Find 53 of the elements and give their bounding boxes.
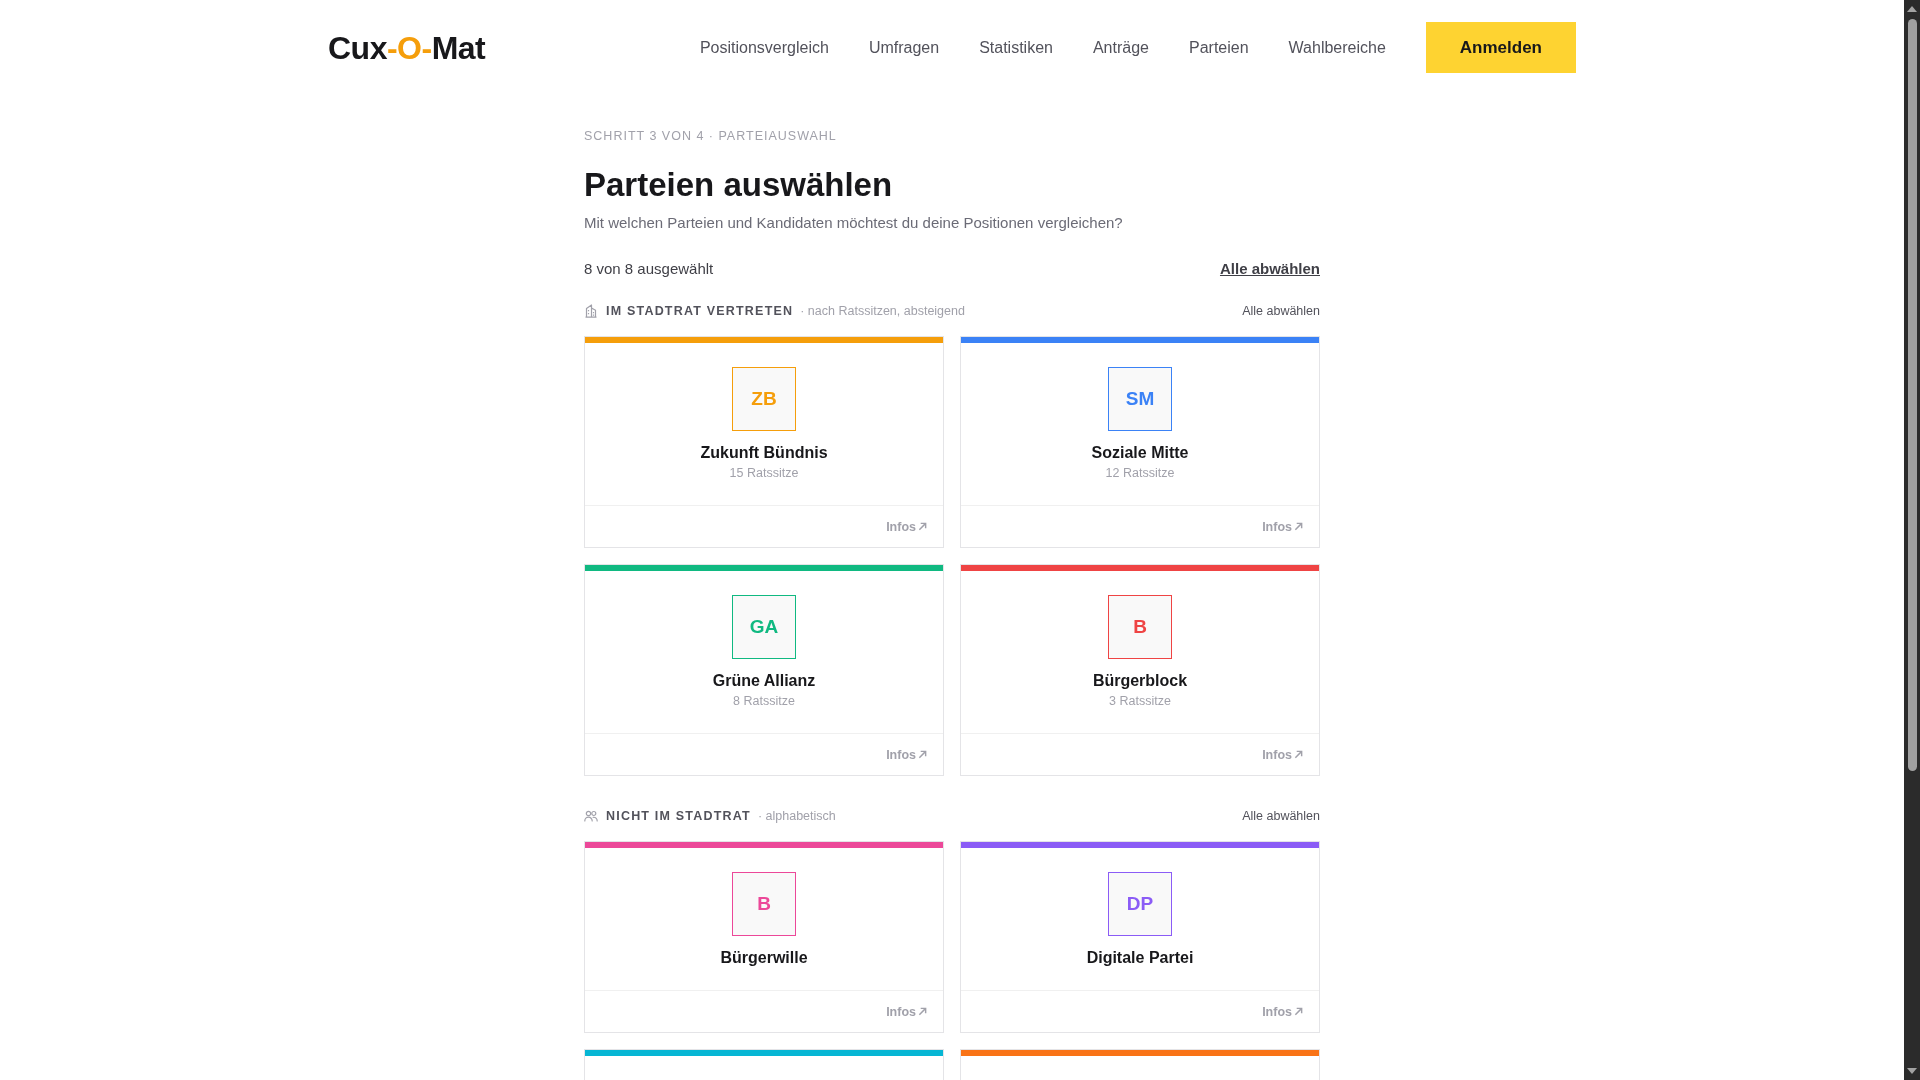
scroll-down-icon[interactable] bbox=[1907, 1068, 1917, 1074]
party-card[interactable]: GA Grüne Allianz 8 Ratssitze Infos bbox=[584, 564, 944, 776]
group-title: IM STADTRAT VERTRETEN bbox=[606, 303, 794, 319]
page-title: Parteien auswählen bbox=[584, 165, 894, 205]
nav-link[interactable]: Parteien bbox=[1189, 38, 1249, 57]
party-card[interactable]: ZB Zukunft Bündnis 15 Ratssitze Infos bbox=[584, 336, 944, 548]
nav-link[interactable]: Statistiken bbox=[979, 38, 1053, 57]
page-subtitle: Mit welchen Parteien und Kandidaten möchtest du deine Positionen vergleichen? bbox=[584, 213, 1124, 233]
scroll-up-icon[interactable] bbox=[1907, 6, 1917, 12]
party-name: Zukunft Bündnis bbox=[700, 443, 828, 463]
people-icon bbox=[584, 810, 598, 822]
seat-count: 3 Ratssitze bbox=[1109, 693, 1171, 710]
party-name: Bürgerblock bbox=[1092, 671, 1188, 691]
party-logo: GA bbox=[732, 595, 796, 659]
party-card[interactable]: SM Soziale Mitte 12 Ratssitze Infos bbox=[960, 336, 1320, 548]
logo-wordmark[interactable]: Cux-O-Mat bbox=[328, 31, 486, 64]
seat-count: 8 Ratssitze bbox=[733, 693, 795, 710]
sort-note: · nach Ratssitzen, absteigend bbox=[800, 303, 965, 319]
seat-count: 12 Ratssitze bbox=[1105, 465, 1175, 482]
party-logo: SM bbox=[1108, 367, 1172, 431]
party-card[interactable]: B Bürgerblock 3 Ratssitze Infos bbox=[960, 564, 1320, 776]
arrow-up-right-icon bbox=[1294, 1007, 1303, 1016]
nav-link[interactable]: Positionsvergleich bbox=[699, 38, 829, 57]
party-logo: DP bbox=[1108, 872, 1172, 936]
scrollbar[interactable] bbox=[1904, 0, 1920, 1080]
party-name: Grüne Allianz bbox=[712, 671, 816, 691]
party-name: Soziale Mitte bbox=[1091, 443, 1189, 463]
deselect-group-link[interactable]: Alle abwählen bbox=[1242, 303, 1320, 319]
nav-link[interactable]: Umfragen bbox=[868, 38, 940, 57]
party-card[interactable]: B Bürgerwille Infos bbox=[584, 841, 944, 1033]
scrollbar-thumb[interactable] bbox=[1907, 19, 1917, 771]
deselect-all-link[interactable]: Alle abwählen bbox=[1219, 259, 1320, 279]
deselect-group-link[interactable]: Alle abwählen bbox=[1242, 808, 1320, 824]
nav-link[interactable]: Anträge bbox=[1092, 38, 1149, 57]
party-logo: B bbox=[1108, 595, 1172, 659]
step-label: SCHRITT 3 VON 4 · PARTEIAUSWAHL bbox=[584, 128, 838, 144]
nav-link[interactable]: Wahlbereiche bbox=[1288, 38, 1386, 57]
selection-count: 8 von 8 ausgewählt bbox=[584, 259, 714, 279]
arrow-up-right-icon bbox=[918, 522, 927, 531]
party-name: Digitale Partei bbox=[1086, 948, 1194, 968]
sort-note: · alphabetisch bbox=[757, 808, 836, 824]
arrow-up-right-icon bbox=[1294, 522, 1303, 531]
party-logo: ZB bbox=[732, 367, 796, 431]
party-card[interactable]: DP Digitale Partei Infos bbox=[960, 841, 1320, 1033]
party-name: Bürgerwille bbox=[720, 948, 808, 968]
party-logo: B bbox=[732, 872, 796, 936]
group-title: NICHT IM STADTRAT bbox=[606, 808, 751, 824]
arrow-up-right-icon bbox=[1294, 750, 1303, 759]
arrow-up-right-icon bbox=[918, 1007, 927, 1016]
building-icon bbox=[584, 304, 598, 318]
seat-count: 15 Ratssitze bbox=[729, 465, 799, 482]
arrow-up-right-icon bbox=[918, 750, 927, 759]
login-button[interactable]: Anmelden bbox=[1425, 22, 1576, 73]
